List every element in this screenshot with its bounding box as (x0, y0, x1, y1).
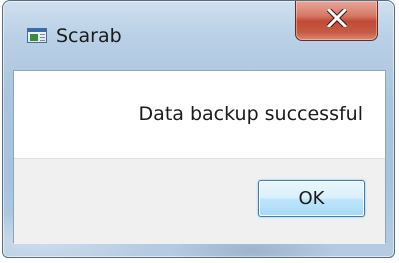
ok-button[interactable]: OK (258, 180, 365, 217)
button-bar: OK (14, 158, 385, 244)
dialog-message: Data backup successful (138, 103, 363, 125)
close-x-icon (327, 9, 347, 27)
icon-lines (40, 34, 45, 41)
message-dialog-window: Scarab Data backup successful OK (2, 0, 395, 258)
message-area: Data backup successful (14, 71, 385, 158)
window-title: Scarab (56, 25, 122, 47)
close-button[interactable] (295, 1, 378, 41)
dialog-content: Data backup successful OK (13, 70, 386, 244)
application-window-icon (27, 28, 47, 43)
icon-pane (30, 34, 38, 41)
title-bar[interactable]: Scarab (3, 1, 394, 65)
icon-title-strip (28, 29, 46, 32)
